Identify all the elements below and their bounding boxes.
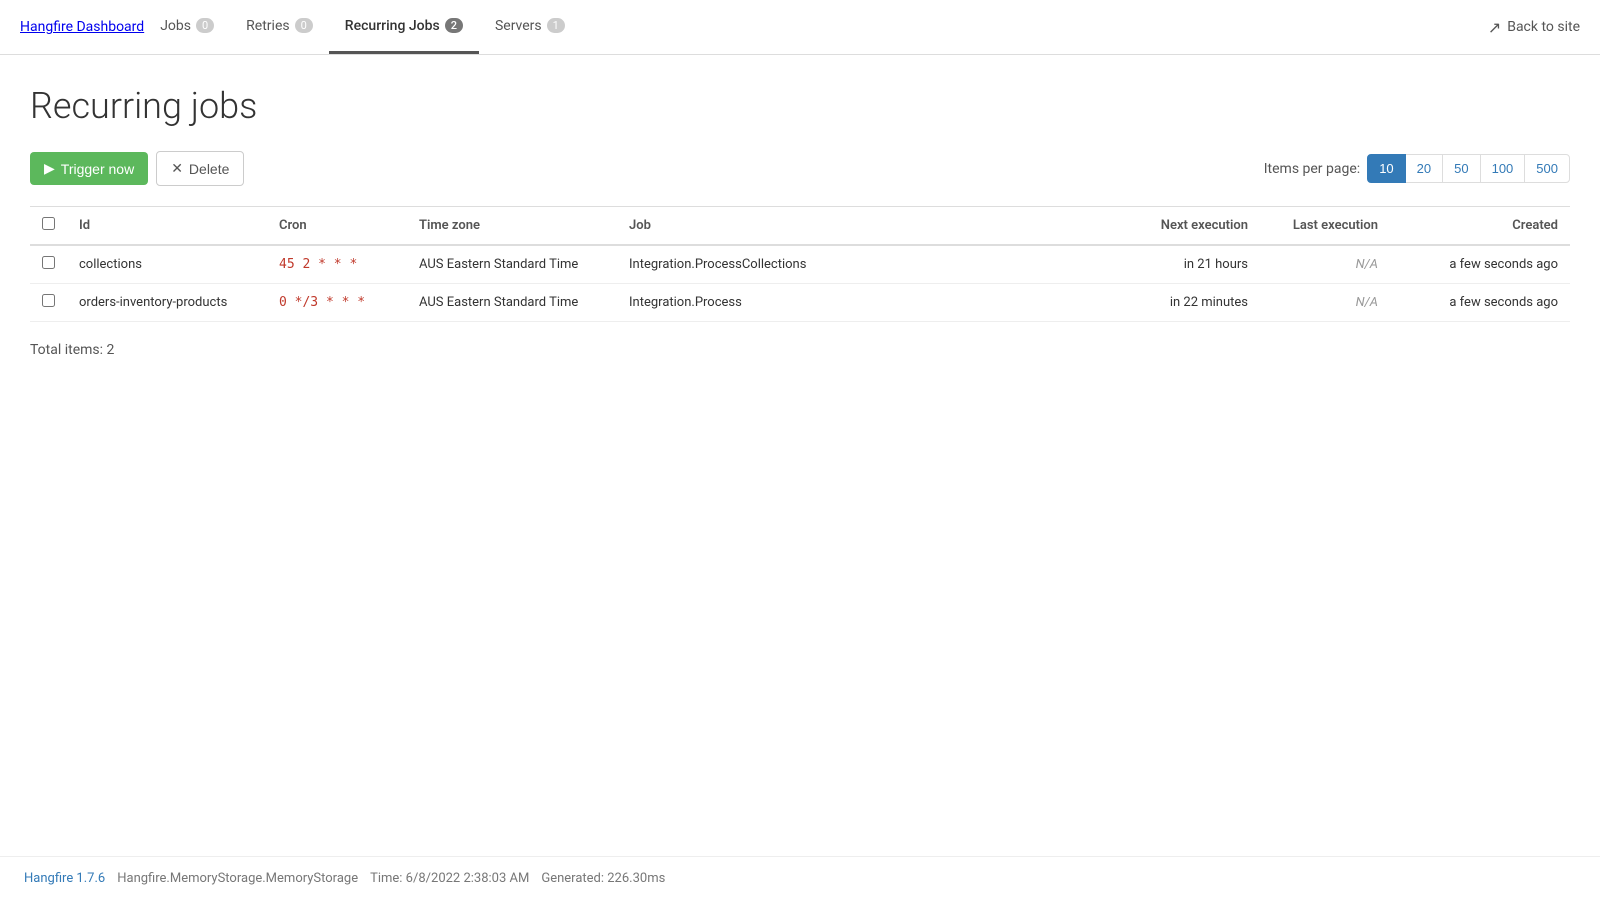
tab-jobs-badge: 0	[196, 18, 214, 33]
footer-time: Time: 6/8/2022 2:38:03 AM	[370, 871, 529, 886]
tab-servers-label: Servers	[495, 18, 542, 34]
main-content: Recurring jobs ▶ Trigger now ✕ Delete It…	[0, 55, 1600, 856]
col-header-job: Job	[617, 207, 1120, 246]
page-title: Recurring jobs	[30, 85, 1570, 127]
tab-recurring-jobs[interactable]: Recurring Jobs 2	[329, 0, 479, 54]
cron-part: *	[326, 295, 334, 310]
row-check-1	[30, 245, 67, 284]
select-all-header	[30, 207, 67, 246]
cron-part: 2	[302, 257, 310, 272]
row-job-1: Integration.ProcessCollections	[617, 245, 1120, 284]
row-created-1: a few seconds ago	[1390, 245, 1570, 284]
row-checkbox-2[interactable]	[42, 294, 55, 307]
row-last-2: N/A	[1260, 284, 1390, 322]
row-next-2: in 22 minutes	[1120, 284, 1260, 322]
table-row: collections 45 2 * * * AUS Eastern S	[30, 245, 1570, 284]
footer-storage: Hangfire.MemoryStorage.MemoryStorage	[117, 871, 358, 886]
tab-servers-badge: 1	[547, 18, 565, 33]
table-header-row: Id Cron Time zone Job Next execution Las…	[30, 207, 1570, 246]
tab-retries-label: Retries	[246, 18, 289, 34]
navigation: Hangfire Dashboard Jobs 0 Retries 0 Recu…	[0, 0, 1600, 55]
back-to-site-label: Back to site	[1507, 19, 1580, 35]
col-header-tz: Time zone	[407, 207, 617, 246]
cron-part: 45	[279, 257, 295, 272]
nav-brand[interactable]: Hangfire Dashboard	[20, 19, 144, 35]
table-row: orders-inventory-products 0 */3 * * *	[30, 284, 1570, 322]
row-id-1: collections	[67, 245, 267, 284]
items-per-page-label: Items per page:	[1264, 161, 1360, 177]
page-size-500[interactable]: 500	[1524, 154, 1570, 183]
toolbar: ▶ Trigger now ✕ Delete Items per page: 1…	[30, 151, 1570, 186]
row-last-1: N/A	[1260, 245, 1390, 284]
footer-generated: Generated: 226.30ms	[541, 871, 665, 886]
footer: Hangfire 1.7.6 Hangfire.MemoryStorage.Me…	[0, 856, 1600, 900]
row-cron-1: 45 2 * * *	[267, 245, 407, 284]
tab-servers[interactable]: Servers 1	[479, 0, 581, 54]
cron-part: *	[318, 257, 326, 272]
col-header-next: Next execution	[1120, 207, 1260, 246]
tab-jobs[interactable]: Jobs 0	[144, 0, 230, 54]
tab-jobs-label: Jobs	[160, 18, 191, 34]
row-last-na-1: N/A	[1356, 257, 1378, 272]
page-size-20[interactable]: 20	[1405, 154, 1443, 183]
row-cron-2: 0 */3 * * *	[267, 284, 407, 322]
back-to-site-icon: ↗	[1488, 18, 1501, 37]
cron-part: *	[334, 257, 342, 272]
total-items: Total items: 2	[30, 342, 1570, 358]
col-header-cron: Cron	[267, 207, 407, 246]
trigger-icon: ▶	[44, 160, 55, 177]
recurring-jobs-table: Id Cron Time zone Job Next execution Las…	[30, 206, 1570, 322]
cron-part: *	[357, 295, 365, 310]
select-all-checkbox[interactable]	[42, 217, 55, 230]
cron-part: */3	[295, 295, 318, 310]
page-size-10[interactable]: 10	[1367, 154, 1405, 183]
delete-button[interactable]: ✕ Delete	[156, 151, 244, 186]
col-header-last: Last execution	[1260, 207, 1390, 246]
row-tz-2: AUS Eastern Standard Time	[407, 284, 617, 322]
delete-label: Delete	[189, 161, 229, 177]
version-link[interactable]: Hangfire 1.7.6	[24, 871, 105, 886]
row-next-1: in 21 hours	[1120, 245, 1260, 284]
row-check-2	[30, 284, 67, 322]
tab-recurring-jobs-label: Recurring Jobs	[345, 18, 440, 34]
col-header-created: Created	[1390, 207, 1570, 246]
trigger-label: Trigger now	[61, 161, 134, 177]
row-job-2: Integration.Process	[617, 284, 1120, 322]
page-size-50[interactable]: 50	[1442, 154, 1480, 183]
items-per-page-control: Items per page: 10 20 50 100 500	[1264, 154, 1570, 183]
row-id-2: orders-inventory-products	[67, 284, 267, 322]
page-size-100[interactable]: 100	[1480, 154, 1526, 183]
nav-tabs: Jobs 0 Retries 0 Recurring Jobs 2 Server…	[144, 0, 581, 54]
row-checkbox-1[interactable]	[42, 256, 55, 269]
trigger-now-button[interactable]: ▶ Trigger now	[30, 152, 148, 185]
tab-recurring-jobs-badge: 2	[445, 18, 463, 33]
cron-part: 0	[279, 295, 287, 310]
tab-retries-badge: 0	[295, 18, 313, 33]
cron-part: *	[349, 257, 357, 272]
back-to-site-link[interactable]: ↗ Back to site	[1488, 18, 1580, 37]
col-header-id: Id	[67, 207, 267, 246]
row-tz-1: AUS Eastern Standard Time	[407, 245, 617, 284]
cron-part: *	[342, 295, 350, 310]
row-created-2: a few seconds ago	[1390, 284, 1570, 322]
row-last-na-2: N/A	[1356, 295, 1378, 310]
tab-retries[interactable]: Retries 0	[230, 0, 329, 54]
delete-icon: ✕	[171, 160, 183, 177]
